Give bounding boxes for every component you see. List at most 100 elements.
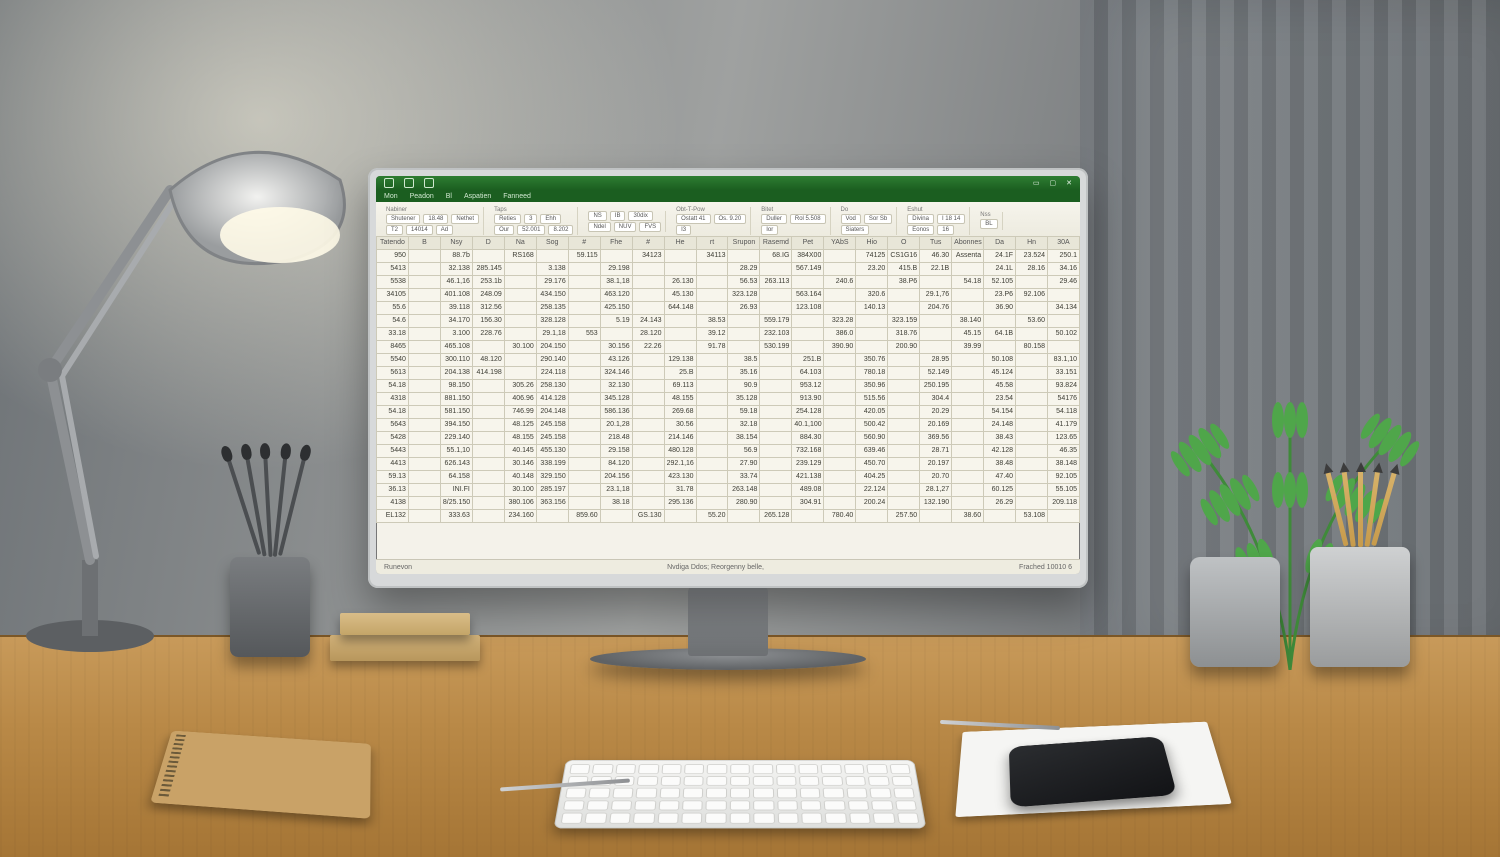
cell[interactable] <box>760 471 792 484</box>
cell[interactable] <box>952 432 984 445</box>
keyboard-key[interactable] <box>889 764 910 774</box>
cell[interactable]: 465.108 <box>440 341 472 354</box>
cell[interactable] <box>952 406 984 419</box>
cell[interactable]: 29.1,18 <box>536 328 568 341</box>
cell[interactable]: 3.138 <box>536 263 568 276</box>
cell[interactable]: 54.154 <box>984 406 1016 419</box>
keyboard-key[interactable] <box>870 788 892 798</box>
keyboard-key[interactable] <box>682 800 703 810</box>
cell[interactable]: 5613 <box>377 367 409 380</box>
cell[interactable] <box>472 458 504 471</box>
cell[interactable]: 312.56 <box>472 302 504 315</box>
cell[interactable] <box>664 328 696 341</box>
keyboard-key[interactable] <box>637 776 658 786</box>
cell[interactable] <box>824 484 856 497</box>
keyboard-key[interactable] <box>569 764 590 774</box>
cell[interactable]: 98.150 <box>440 380 472 393</box>
cell[interactable] <box>632 458 664 471</box>
cell[interactable] <box>568 484 600 497</box>
keyboard-key[interactable] <box>776 764 796 774</box>
cell[interactable]: 258.135 <box>536 302 568 315</box>
cell[interactable] <box>952 419 984 432</box>
cell[interactable]: 425.150 <box>600 302 632 315</box>
cell[interactable] <box>696 458 728 471</box>
cell[interactable]: 295.136 <box>664 497 696 510</box>
cell[interactable] <box>632 393 664 406</box>
column-header[interactable]: Srupon <box>728 237 760 250</box>
keyboard-key[interactable] <box>799 776 820 786</box>
cell[interactable] <box>664 510 696 523</box>
cell[interactable]: 28.71 <box>920 445 952 458</box>
cell[interactable] <box>568 458 600 471</box>
ribbon-item[interactable]: 8.202 <box>548 225 573 235</box>
cell[interactable]: 30.56 <box>664 419 696 432</box>
cell[interactable] <box>856 328 888 341</box>
save-icon[interactable] <box>384 178 394 188</box>
cell[interactable]: INI.FI <box>440 484 472 497</box>
cell[interactable] <box>408 458 440 471</box>
column-header[interactable]: rt <box>696 237 728 250</box>
cell[interactable] <box>408 406 440 419</box>
cell[interactable]: 38.48 <box>984 458 1016 471</box>
undo-icon[interactable] <box>404 178 414 188</box>
cell[interactable]: 204.138 <box>440 367 472 380</box>
cell[interactable] <box>696 484 728 497</box>
menu-aspatien[interactable]: Aspatien <box>464 193 491 200</box>
cell[interactable] <box>1048 341 1080 354</box>
cell[interactable] <box>824 289 856 302</box>
cell[interactable] <box>536 510 568 523</box>
cell[interactable]: 5540 <box>377 354 409 367</box>
keyboard-key[interactable] <box>683 788 704 798</box>
cell[interactable] <box>856 341 888 354</box>
cell[interactable] <box>952 354 984 367</box>
keyboard-key[interactable] <box>592 764 613 774</box>
cell[interactable] <box>632 263 664 276</box>
cell[interactable]: 218.48 <box>600 432 632 445</box>
keyboard-key[interactable] <box>868 776 890 786</box>
cell[interactable] <box>408 367 440 380</box>
cell[interactable]: 32.130 <box>600 380 632 393</box>
cell[interactable] <box>728 341 760 354</box>
cell[interactable]: 386.0 <box>824 328 856 341</box>
cell[interactable] <box>504 354 536 367</box>
cell[interactable]: 35.16 <box>728 367 760 380</box>
cell[interactable]: 884.30 <box>792 432 824 445</box>
cell[interactable]: 54.118 <box>1048 406 1080 419</box>
cell[interactable]: 20.1,28 <box>600 419 632 432</box>
cell[interactable]: 5443 <box>377 445 409 458</box>
menu-peadon[interactable]: Peadon <box>410 193 434 200</box>
cell[interactable] <box>632 276 664 289</box>
cell[interactable]: 746.99 <box>504 406 536 419</box>
cell[interactable]: 384X00 <box>792 250 824 263</box>
cell[interactable]: 363.156 <box>536 497 568 510</box>
cell[interactable] <box>856 276 888 289</box>
cell[interactable] <box>952 380 984 393</box>
keyboard-key[interactable] <box>634 800 656 810</box>
cell[interactable]: 420.05 <box>856 406 888 419</box>
cell[interactable]: 38.1,18 <box>600 276 632 289</box>
cell[interactable]: 28.16 <box>1016 263 1048 276</box>
cell[interactable]: 38.140 <box>952 315 984 328</box>
cell[interactable]: 45.58 <box>984 380 1016 393</box>
cell[interactable]: 45.124 <box>984 367 1016 380</box>
column-header[interactable]: Sog <box>536 237 568 250</box>
cell[interactable]: 39.99 <box>952 341 984 354</box>
cell[interactable]: 26.93 <box>728 302 760 315</box>
cell[interactable]: 23.P6 <box>984 289 1016 302</box>
cell[interactable]: 23.54 <box>984 393 1016 406</box>
cell[interactable] <box>760 458 792 471</box>
cell[interactable] <box>472 471 504 484</box>
column-header[interactable]: Abonnes <box>952 237 984 250</box>
column-header[interactable]: # <box>632 237 664 250</box>
cell[interactable]: 38.43 <box>984 432 1016 445</box>
cell[interactable]: 47.40 <box>984 471 1016 484</box>
keyboard-key[interactable] <box>753 813 774 824</box>
cell[interactable]: 581.150 <box>440 406 472 419</box>
cell[interactable] <box>952 393 984 406</box>
ribbon-item[interactable]: 52.001 <box>517 225 545 235</box>
cell[interactable] <box>792 510 824 523</box>
column-header[interactable]: Hn <box>1016 237 1048 250</box>
cell[interactable]: 320.6 <box>856 289 888 302</box>
cell[interactable] <box>824 302 856 315</box>
cell[interactable]: 414.198 <box>472 367 504 380</box>
